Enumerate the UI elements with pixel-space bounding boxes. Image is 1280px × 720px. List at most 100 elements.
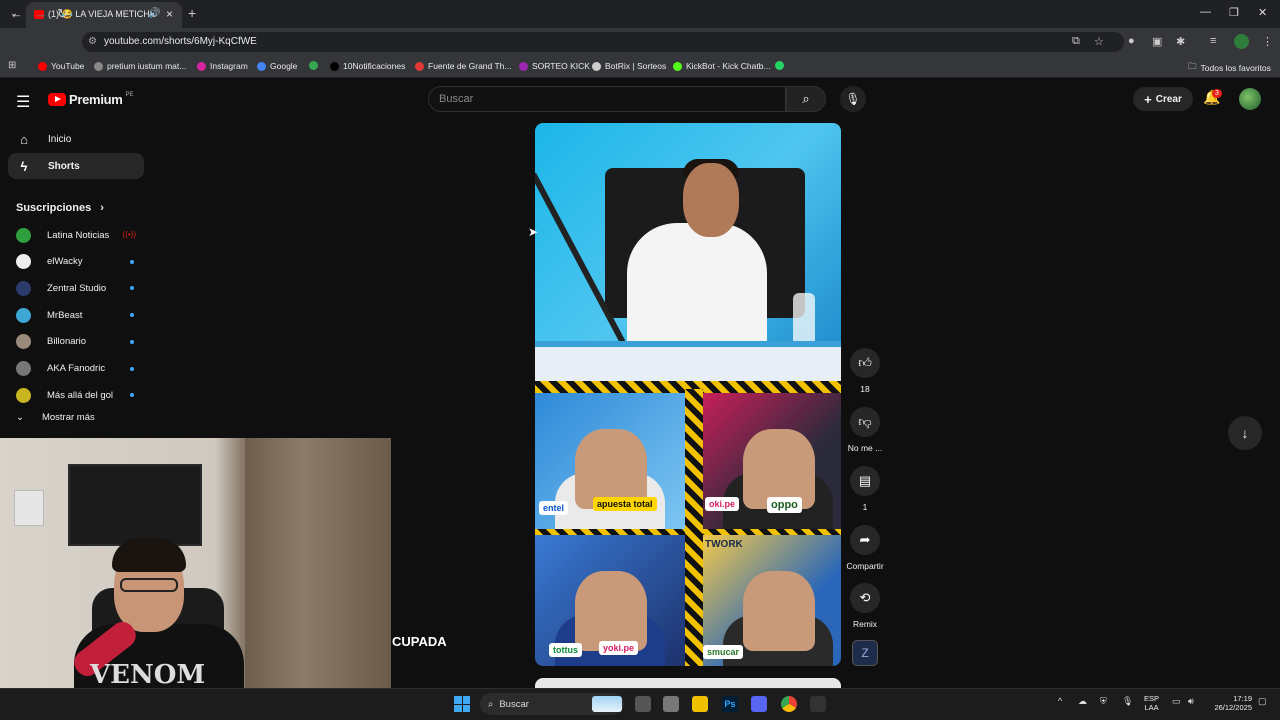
bookmark-favicon-icon	[592, 61, 601, 71]
banner-text: TWORK	[705, 539, 743, 550]
apps-grid-icon[interactable]: ⊞	[8, 60, 16, 71]
short-video-player[interactable]: entel apuesta total oki.pe oppo tottus y…	[535, 123, 841, 666]
security-icon[interactable]: ⛨	[1100, 696, 1107, 707]
dislike-label: No me ...	[847, 443, 883, 453]
bookmark-item[interactable]: 10Notificaciones	[330, 61, 405, 71]
windows-start-icon[interactable]	[454, 696, 470, 712]
bookmark-item[interactable]	[309, 61, 322, 70]
notepad-icon[interactable]	[663, 696, 679, 712]
extension-icon[interactable]: ●	[1128, 35, 1135, 47]
share-button[interactable]: ➦ Compartir	[843, 525, 887, 571]
onedrive-icon[interactable]: ☁	[1078, 696, 1087, 707]
home-icon: ⌂	[20, 131, 28, 147]
url-text: youtube.com/shorts/6Myj-KqCfWE	[104, 36, 257, 47]
bookmark-favicon-icon	[330, 61, 339, 71]
minimize-button[interactable]: —	[1200, 6, 1211, 18]
search-input[interactable]: Buscar	[428, 86, 786, 112]
bookmark-item[interactable]: pretium iustum mat...	[94, 61, 186, 71]
dislike-button[interactable]: 👎︎ No me ...	[843, 407, 887, 453]
youtube-premium-logo[interactable]: Premium PE	[48, 92, 134, 107]
tab-close-icon[interactable]: ×	[166, 7, 173, 21]
next-short-button[interactable]: ↓	[1228, 416, 1262, 450]
thumbs-up-icon: 👍︎	[850, 348, 880, 378]
bookmark-item[interactable]: BotRix | Sorteos	[592, 61, 666, 71]
bookmark-item[interactable]: Fuente de Grand Th...	[415, 61, 511, 71]
search-icon: ⌕	[488, 698, 494, 710]
search-button[interactable]: ⌕	[786, 86, 826, 112]
back-icon[interactable]: ←	[10, 6, 23, 21]
file-explorer-icon[interactable]	[692, 696, 708, 712]
subscriptions-header[interactable]: Suscripciones ›	[16, 202, 104, 214]
obs-icon[interactable]	[810, 696, 826, 712]
browser-tab[interactable]: (1) 😂 LA VIEJA METICHE D 🔊 ×	[26, 2, 182, 28]
tray-chevron-icon[interactable]: ^	[1058, 696, 1062, 706]
subscription-item[interactable]: MrBeast	[16, 305, 138, 325]
extensions-puzzle-icon[interactable]: ✱	[1176, 35, 1185, 48]
chevron-down-icon: ⌄	[16, 412, 24, 423]
stream-overlay-text: CUPADA	[392, 634, 447, 649]
subscription-item[interactable]: AKA Fanodric	[16, 359, 138, 379]
notification-center-icon[interactable]: ▢	[1258, 696, 1267, 707]
sidebar-item-inicio[interactable]: ⌂ Inicio	[8, 126, 144, 152]
sponsor-label: tottus	[549, 643, 582, 657]
speaker-icon[interactable]: 🔊	[148, 8, 160, 19]
bookmark-item[interactable]: YouTube	[38, 61, 84, 71]
volume-icon[interactable]: 🔊︎	[1188, 696, 1194, 707]
voice-search-button[interactable]: 🎙	[840, 86, 866, 112]
divider-stripe	[685, 389, 703, 666]
bookmark-item[interactable]	[775, 61, 788, 70]
media-control-icon[interactable]: ≡	[1210, 35, 1216, 47]
reload-icon[interactable]: ↻	[57, 6, 68, 22]
account-avatar[interactable]	[1239, 88, 1261, 110]
subscription-item[interactable]: elWacky	[16, 252, 138, 272]
discord-icon[interactable]	[751, 696, 767, 712]
subscription-item[interactable]: Más allá del gol	[16, 385, 138, 405]
sponsor-label: entel	[539, 501, 569, 515]
restore-button[interactable]: ❐	[1229, 6, 1239, 19]
person-shape	[575, 571, 647, 651]
sponsor-label: smucar	[703, 645, 744, 659]
person-face-shape	[683, 163, 739, 237]
taskbar-clock[interactable]: 17:19 26/12/2025	[1208, 694, 1252, 712]
channel-thumbnail[interactable]: Z	[852, 640, 878, 666]
extension-icon[interactable]: ▣	[1152, 35, 1162, 48]
remix-button[interactable]: ⟲ Remix	[843, 583, 887, 629]
menu-icon[interactable]: ☰	[16, 92, 30, 112]
new-tab-button[interactable]: +	[188, 5, 196, 21]
like-button[interactable]: 👍︎ 18	[843, 348, 887, 394]
network-icon[interactable]: ▭	[1172, 696, 1181, 707]
comments-button[interactable]: ▤ 1	[843, 466, 887, 512]
address-bar[interactable]: ⚙ youtube.com/shorts/6Myj-KqCfWE	[82, 32, 1124, 52]
bookmark-favicon-icon	[519, 61, 528, 71]
bookmark-item[interactable]: Instagram	[197, 61, 248, 71]
photoshop-icon[interactable]: Ps	[722, 696, 738, 712]
chrome-icon[interactable]	[781, 696, 797, 712]
close-window-button[interactable]: ✕	[1258, 6, 1267, 19]
weather-widget-icon[interactable]	[592, 696, 622, 712]
site-info-icon[interactable]: ⚙	[88, 36, 97, 47]
show-more-button[interactable]: ⌄ Mostrar más	[16, 412, 95, 423]
subscription-item[interactable]: Latina Noticias ((•))	[16, 225, 138, 245]
bookmark-item[interactable]: Google	[257, 61, 297, 71]
all-bookmarks-folder[interactable]: 🗀 Todos los favoritos	[1188, 61, 1271, 75]
chrome-menu-icon[interactable]: ⋮	[1262, 35, 1273, 48]
forward-icon[interactable]: →	[34, 6, 47, 21]
input-language[interactable]: ESP LAA	[1144, 694, 1159, 712]
bookmark-star-icon[interactable]: ☆	[1094, 35, 1104, 48]
plus-icon: +	[1144, 91, 1152, 107]
subscription-item[interactable]: Billonario	[16, 332, 138, 352]
task-view-icon[interactable]	[635, 696, 651, 712]
bookmark-favicon-icon	[673, 61, 682, 71]
wardrobe-shape	[245, 438, 391, 688]
bookmark-item[interactable]: SORTEO KICK	[519, 61, 590, 71]
profile-avatar[interactable]	[1234, 34, 1249, 49]
bookmark-item[interactable]: KickBot - Kick Chatb...	[673, 61, 771, 71]
video-main-scene	[535, 123, 841, 381]
create-button[interactable]: + Crear	[1133, 87, 1193, 111]
sponsor-label: apuesta total	[593, 497, 657, 511]
install-app-icon[interactable]: ⧉	[1072, 35, 1080, 48]
sidebar-item-shorts[interactable]: ϟ Shorts	[8, 153, 144, 179]
microphone-icon[interactable]: 🎙	[1122, 696, 1133, 707]
subscription-item[interactable]: Zentral Studio	[16, 278, 138, 298]
person-body-shape	[627, 223, 767, 353]
